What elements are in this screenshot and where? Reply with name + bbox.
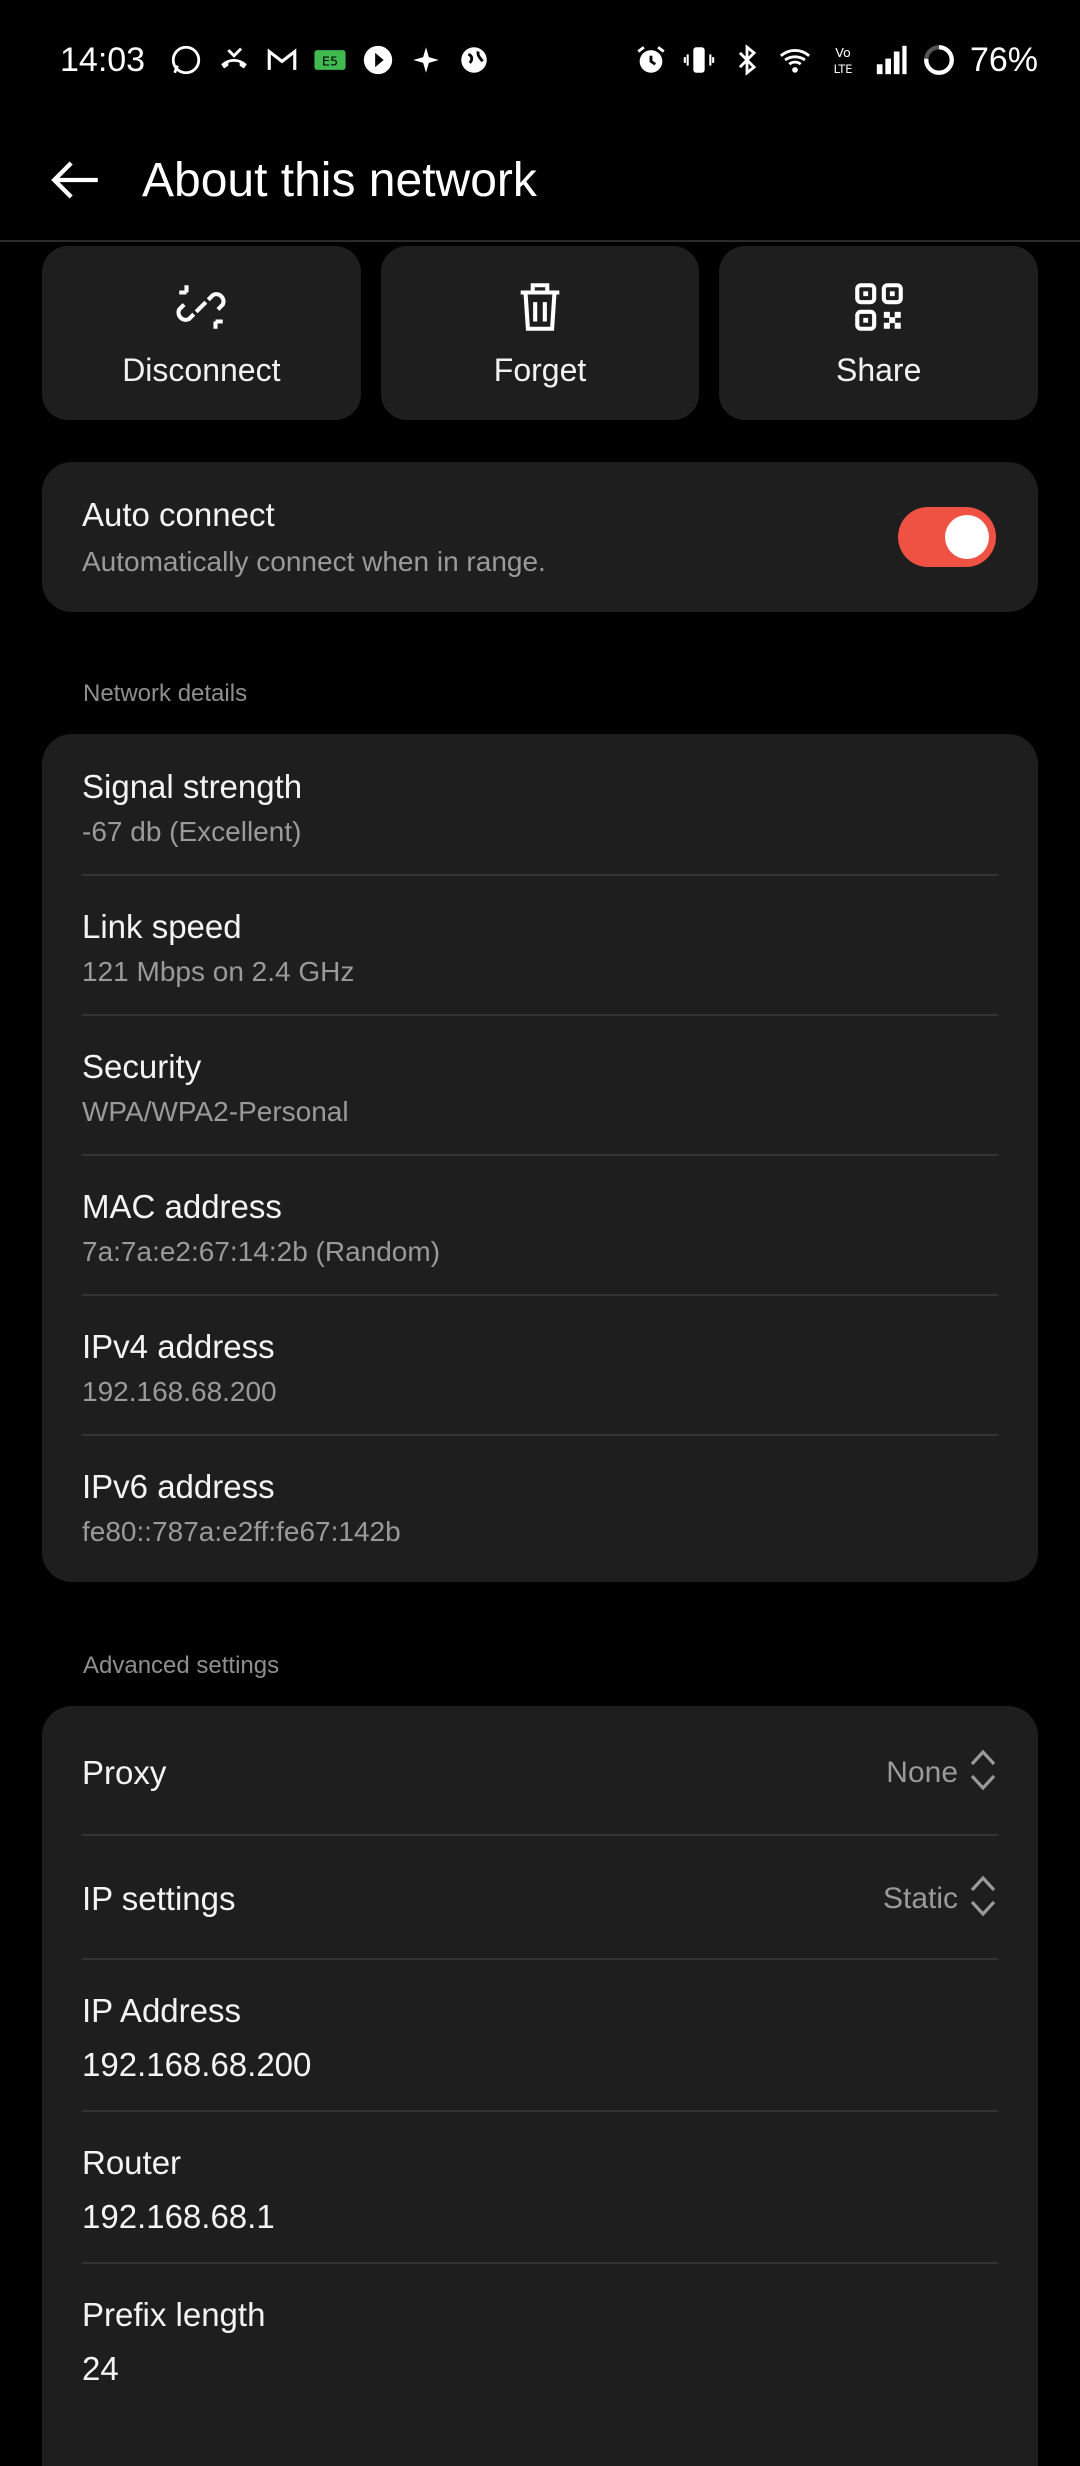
prefix-length-title: Prefix length	[82, 2296, 266, 2333]
ipv6-address-value: fe80::787a:e2ff:fe67:142b	[82, 1516, 401, 1547]
status-bar-left: 14:03 E5	[60, 41, 491, 80]
back-arrow-icon	[51, 161, 98, 199]
ipv6-address-title: IPv6 address	[82, 1468, 275, 1505]
sparkle-icon	[409, 43, 443, 77]
svg-text:LTE: LTE	[834, 62, 853, 76]
volte-icon: Vo LTE	[826, 43, 860, 77]
missed-call-icon	[217, 43, 251, 77]
mac-address-value: 7a:7a:e2:67:14:2b (Random)	[82, 1236, 441, 1267]
bluetooth-icon	[730, 43, 764, 77]
svg-text:E5: E5	[322, 55, 338, 70]
security-value: WPA/WPA2-Personal	[82, 1096, 349, 1127]
status-bar: 14:03 E5 Vo LTE 76%	[0, 0, 1080, 120]
back-button[interactable]	[40, 144, 112, 216]
advanced-settings-card: Proxy None IP settings Static IP Address…	[42, 1706, 1038, 2466]
app-bar: About this network	[0, 120, 1080, 242]
ip-settings-row[interactable]: IP settings Static	[82, 1834, 998, 1960]
vibrate-icon	[682, 43, 716, 77]
signal-strength-title: Signal strength	[82, 768, 303, 805]
prefix-length-value: 24	[82, 2350, 119, 2387]
forget-button[interactable]: Forget	[380, 246, 700, 420]
prefix-length-row[interactable]: Prefix length 24	[82, 2262, 998, 2412]
trash-icon	[520, 282, 560, 331]
advanced-settings-label: Advanced settings	[83, 1652, 280, 1679]
link-speed-title: Link speed	[82, 908, 242, 945]
ip-address-row[interactable]: IP Address 192.168.68.200	[82, 1958, 998, 2112]
proxy-updown-icon	[968, 1748, 998, 1792]
share-button[interactable]: Share	[719, 246, 1039, 420]
router-value: 192.168.68.1	[82, 2198, 275, 2235]
auto-connect-subtitle: Automatically connect when in range.	[82, 546, 546, 577]
whatsapp-icon	[169, 43, 203, 77]
battery-ring-icon	[922, 43, 956, 77]
ipv4-address-title: IPv4 address	[82, 1328, 275, 1365]
mac-address-title: MAC address	[82, 1188, 282, 1225]
signal-icon	[874, 43, 908, 77]
ip-address-value: 192.168.68.200	[82, 2046, 312, 2083]
auto-connect-title: Auto connect	[82, 496, 275, 533]
proxy-value: None	[886, 1756, 958, 1789]
link-speed-row: Link speed 121 Mbps on 2.4 GHz	[82, 874, 998, 1016]
network-details-card: Signal strength -67 db (Excellent) Link …	[42, 734, 1038, 1582]
action-buttons: Disconnect Forget Share	[42, 246, 1039, 420]
network-details-label: Network details	[83, 680, 248, 707]
battery-percent: 76%	[969, 40, 1038, 79]
signal-strength-row: Signal strength -67 db (Excellent)	[82, 734, 998, 876]
link-speed-value: 121 Mbps on 2.4 GHz	[82, 956, 355, 987]
ipv6-address-row: IPv6 address fe80::787a:e2ff:fe67:142b	[82, 1434, 998, 1574]
disconnect-button[interactable]: Disconnect	[42, 246, 361, 420]
status-bar-right: Vo LTE 76%	[634, 41, 1038, 80]
wifi-icon	[778, 43, 812, 77]
router-row[interactable]: Router 192.168.68.1	[82, 2110, 998, 2264]
ip-settings-updown-icon	[968, 1874, 998, 1918]
app-badge-icon: E5	[313, 43, 347, 77]
share-label: Share	[835, 351, 922, 388]
security-title: Security	[82, 1048, 202, 1085]
broken-link-icon	[176, 284, 226, 329]
gmail-icon	[265, 43, 299, 77]
status-time: 14:03	[60, 40, 146, 79]
svg-text:Vo: Vo	[835, 46, 851, 61]
alarm-icon	[634, 43, 668, 77]
auto-connect-card[interactable]: Auto connect Automatically connect when …	[42, 462, 1038, 612]
auto-connect-text: Auto connect Automatically connect when …	[82, 496, 546, 578]
ip-settings-value: Static	[882, 1882, 958, 1915]
mac-address-row: MAC address 7a:7a:e2:67:14:2b (Random)	[82, 1154, 998, 1296]
globe-icon	[457, 43, 491, 77]
disconnect-label: Disconnect	[122, 351, 281, 388]
qr-code-icon	[854, 282, 903, 331]
proxy-row[interactable]: Proxy None	[82, 1706, 998, 1836]
page-title: About this network	[142, 153, 537, 207]
forget-label: Forget	[493, 351, 587, 388]
ipv4-address-row: IPv4 address 192.168.68.200	[82, 1294, 998, 1436]
router-title: Router	[82, 2144, 182, 2181]
ip-settings-title: IP settings	[82, 1880, 236, 1917]
auto-connect-toggle[interactable]	[898, 507, 996, 567]
signal-strength-value: -67 db (Excellent)	[82, 816, 302, 847]
ipv4-address-value: 192.168.68.200	[82, 1376, 277, 1407]
ip-address-title: IP Address	[82, 1992, 241, 2029]
play-icon	[361, 43, 395, 77]
toggle-knob	[945, 515, 989, 559]
proxy-title: Proxy	[82, 1754, 167, 1791]
security-row: Security WPA/WPA2-Personal	[82, 1014, 998, 1156]
